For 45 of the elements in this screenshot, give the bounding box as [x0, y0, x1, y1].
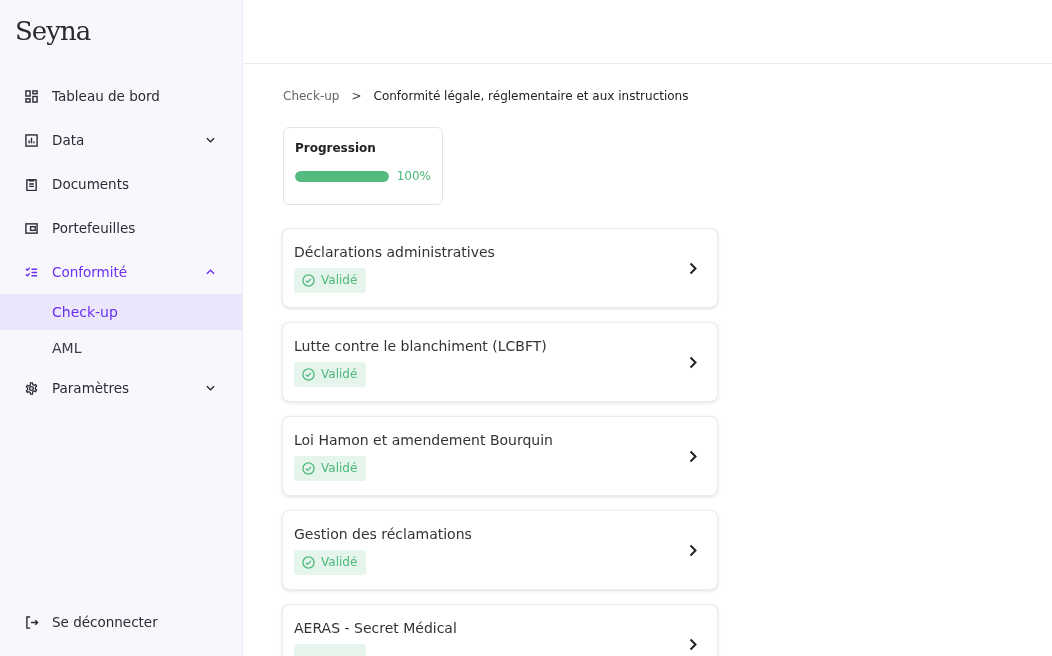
section-card[interactable]: Gestion des réclamations Validé [283, 511, 717, 589]
nav-item[interactable]: Data [0, 118, 242, 162]
breadcrumb-item: Conformité légale, réglementaire et aux instructions [373, 89, 689, 103]
nav-item[interactable]: Tableau de bord [0, 74, 242, 118]
chevron-right-icon [689, 637, 697, 651]
breadcrumb-item[interactable]: Check-up [283, 89, 340, 103]
check-circle-icon [302, 461, 315, 475]
section-card[interactable]: Déclarations administratives Validé [283, 229, 717, 307]
section-card[interactable]: Loi Hamon et amendement Bourquin Validé [283, 417, 717, 495]
dashboard-icon [25, 89, 39, 103]
check-circle-icon [302, 273, 315, 287]
logout-icon [25, 615, 39, 629]
nav-item[interactable]: Conformité [0, 250, 242, 294]
chevron-right-icon [689, 355, 697, 369]
nav-subitem[interactable]: AML [0, 330, 242, 366]
logo: Seyna [14, 15, 92, 48]
progress-percent: 100% [396, 169, 431, 183]
settings-icon [25, 381, 39, 395]
chevron-right-icon [689, 543, 697, 557]
wallet-icon [25, 221, 39, 235]
section-title: AERAS - Secret Médical [294, 619, 457, 636]
chart-icon [25, 133, 39, 147]
status-badge: Validé [294, 267, 366, 293]
nav-subitem[interactable]: Check-up [0, 294, 242, 330]
chevron-right-icon [689, 261, 697, 275]
section-title: Gestion des réclamations [294, 525, 472, 542]
section-title: Lutte contre le blanchiment (LCBFT) [294, 337, 547, 354]
nav-item[interactable]: Portefeuilles [0, 206, 242, 250]
check-circle-icon [302, 555, 315, 569]
section-card[interactable]: Lutte contre le blanchiment (LCBFT) Validé [283, 323, 717, 401]
checklist-icon [25, 265, 39, 279]
check-circle-icon [302, 367, 315, 381]
status-badge: Validé [294, 361, 366, 387]
section-card[interactable]: AERAS - Secret Médical [283, 605, 717, 656]
progress-title: Progression [295, 141, 377, 155]
status-badge: Validé [294, 455, 366, 481]
nav-item[interactable]: Documents [0, 162, 242, 206]
section-title: Loi Hamon et amendement Bourquin [294, 431, 553, 448]
logout-button[interactable]: Se déconnecter [0, 600, 242, 644]
clipboard-icon [25, 177, 39, 191]
status-badge: Validé [294, 549, 366, 575]
chevron-right-icon [689, 449, 697, 463]
section-title: Déclarations administratives [294, 243, 495, 260]
breadcrumb-separator: > [351, 89, 362, 103]
nav-item[interactable]: Paramètres [0, 366, 242, 410]
